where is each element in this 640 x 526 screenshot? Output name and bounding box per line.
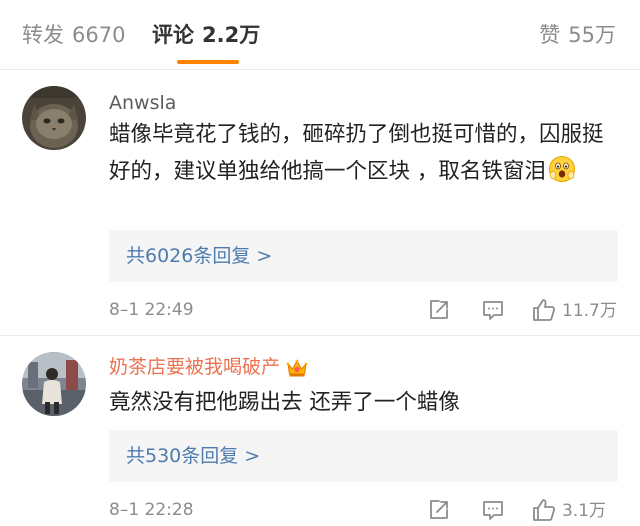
crown-badge-icon <box>286 358 308 378</box>
comment-meta-row: 8–1 22:49 11.7万 <box>0 295 640 325</box>
comment-username-text: 奶茶店要被我喝破产 <box>109 356 281 378</box>
comment-tab-bar: 转发 6670 评论 2.2万 赞 55万 <box>0 0 640 70</box>
tab-comments-count: 2.2万 <box>202 23 261 47</box>
tab-likes-count: 55万 <box>568 23 616 47</box>
comment-icon[interactable] <box>480 297 506 323</box>
tab-repost[interactable]: 转发 6670 <box>22 20 125 50</box>
comment-timestamp: 8–1 22:28 <box>109 500 194 520</box>
view-replies-button[interactable]: 共530条回复 > <box>109 430 618 482</box>
comment-text: 蜡像毕竟花了钱的，砸碎扔了倒也挺可惜的，囚服挺好的，建议单独给他搞一个区块 ，取… <box>109 116 619 190</box>
tab-comments[interactable]: 评论 2.2万 <box>152 20 260 50</box>
cat-avatar-image <box>22 86 86 150</box>
tab-comments-label: 评论 <box>152 23 194 47</box>
comment-item: Anwsla 蜡像毕竟花了钱的，砸碎扔了倒也挺可惜的，囚服挺好的，建议单独给他搞… <box>0 70 640 336</box>
like-icon[interactable] <box>531 297 557 323</box>
tab-repost-label: 转发 <box>22 23 64 47</box>
like-count[interactable]: 3.1万 <box>562 499 606 523</box>
comment-username[interactable]: 奶茶店要被我喝破产 <box>109 354 308 380</box>
comment-body: 蜡像毕竟花了钱的，砸碎扔了倒也挺可惜的，囚服挺好的，建议单独给他搞一个区块 ，取… <box>109 122 604 184</box>
comment-icon[interactable] <box>480 497 506 523</box>
comment-item: 奶茶店要被我喝破产 竟然没有把他踢出去 还弄了一个蜡像 共530条回复 > 8–… <box>0 336 640 526</box>
comment-username[interactable]: Anwsla <box>109 90 176 116</box>
scared-face-emoji <box>548 155 576 183</box>
street-photo-avatar-image <box>22 352 86 416</box>
avatar[interactable] <box>22 352 86 416</box>
comment-timestamp: 8–1 22:49 <box>109 300 194 320</box>
replies-count-link: 共6026条回复 > <box>126 245 273 267</box>
avatar[interactable] <box>22 86 86 150</box>
share-icon[interactable] <box>426 297 452 323</box>
comment-meta-row: 8–1 22:28 3.1万 <box>0 495 640 525</box>
like-icon[interactable] <box>531 497 557 523</box>
tab-repost-count: 6670 <box>72 23 126 47</box>
view-replies-button[interactable]: 共6026条回复 > <box>109 230 618 282</box>
comment-body: 竟然没有把他踢出去 还弄了一个蜡像 <box>109 390 460 415</box>
tab-likes[interactable]: 赞 55万 <box>539 20 616 50</box>
comment-text: 竟然没有把他踢出去 还弄了一个蜡像 <box>109 384 619 421</box>
tab-likes-label: 赞 <box>539 23 561 47</box>
replies-count-link: 共530条回复 > <box>126 445 261 467</box>
share-icon[interactable] <box>426 497 452 523</box>
like-count[interactable]: 11.7万 <box>562 299 617 323</box>
active-tab-indicator <box>177 60 239 64</box>
